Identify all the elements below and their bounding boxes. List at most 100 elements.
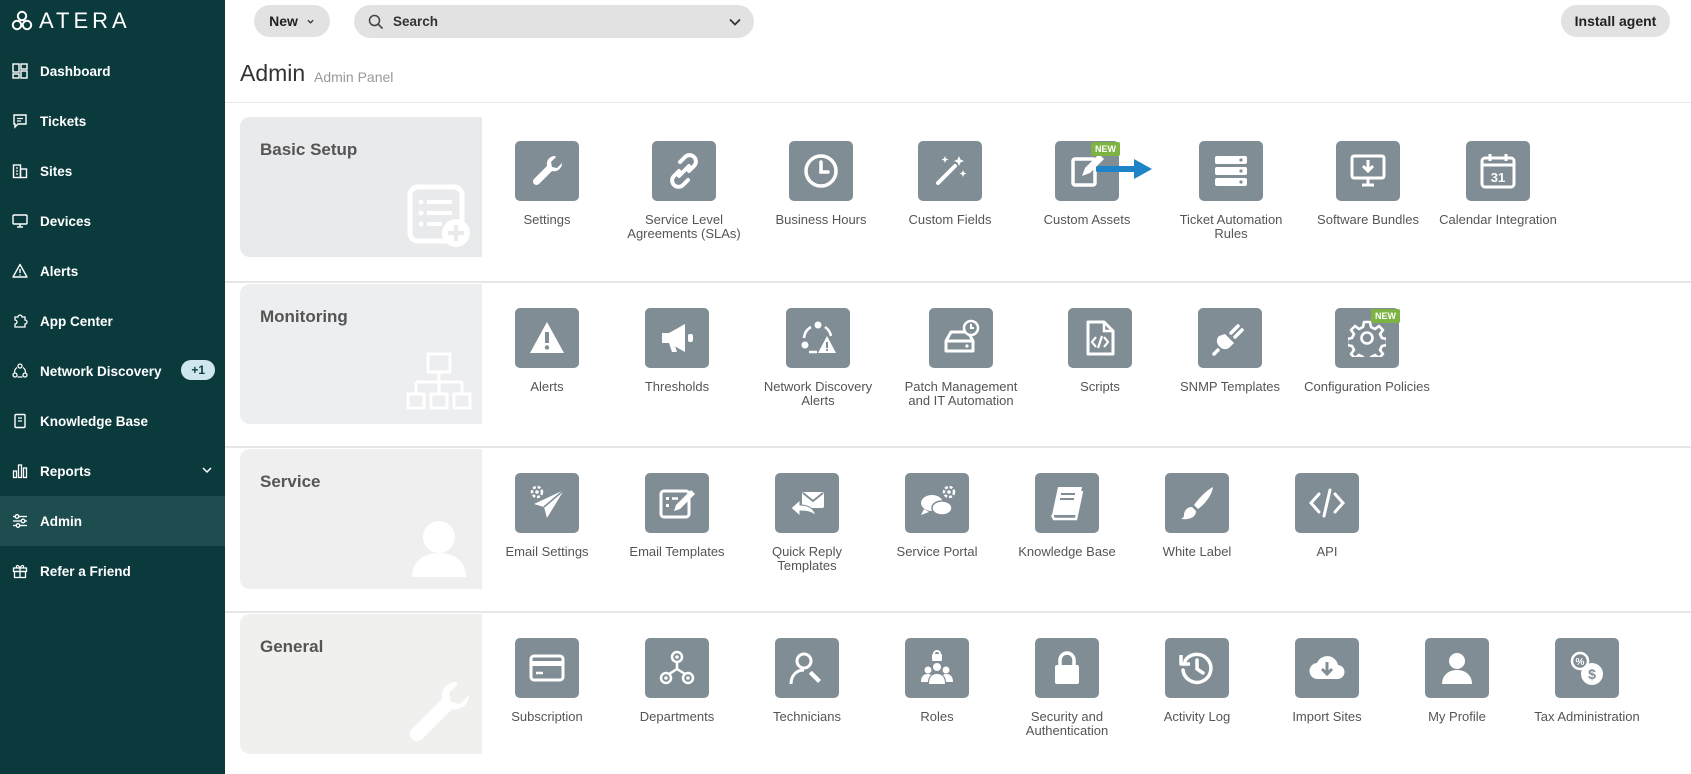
network-alert-icon [786, 308, 850, 368]
sidebar-item-label: Sites [40, 163, 73, 179]
sidebar-item-sites[interactable]: Sites [0, 146, 225, 196]
lock-icon [1035, 638, 1099, 698]
tile-subscription[interactable]: Subscription [482, 638, 612, 724]
tile-label: Import Sites [1292, 709, 1362, 724]
sidebar-item-label: Knowledge Base [40, 413, 149, 429]
users-lock-icon [905, 638, 969, 698]
tile-configuration-policies[interactable]: NEW Configuration Policies [1302, 308, 1432, 394]
svg-text:$: $ [1588, 666, 1596, 682]
header-divider [225, 102, 1691, 103]
sidebar-item-app-center[interactable]: App Center [0, 296, 225, 346]
install-agent-button[interactable]: Install agent [1561, 5, 1670, 37]
tile-business-hours[interactable]: Business Hours [756, 141, 886, 227]
history-icon [1165, 638, 1229, 698]
tile-roles[interactable]: Roles [872, 638, 1002, 724]
sidebar-item-refer-a-friend[interactable]: Refer a Friend [0, 546, 225, 596]
tile-label: Business Hours [775, 212, 867, 227]
section-header: Service [240, 449, 482, 589]
chat-gear-icon [905, 473, 969, 533]
sidebar-item-label: Network Discovery [40, 363, 162, 379]
sidebar-item-knowledge-base[interactable]: Knowledge Base [0, 396, 225, 446]
tile-label: Ticket Automation Rules [1179, 212, 1283, 241]
search-input[interactable]: Search [354, 5, 754, 38]
section-title: Monitoring [260, 307, 348, 326]
drive-clock-icon [929, 308, 993, 368]
search-icon [368, 14, 384, 29]
tile-label: Technicians [773, 709, 841, 724]
tile-import-sites[interactable]: Import Sites [1262, 638, 1392, 724]
tile-label: Activity Log [1163, 709, 1231, 724]
tile-technicians[interactable]: Technicians [742, 638, 872, 724]
tile-security-and-authentication[interactable]: Security and Authentication [1002, 638, 1132, 738]
new-button-label: New [269, 13, 298, 29]
sidebar-item-dashboard[interactable]: Dashboard [0, 46, 225, 96]
tile-thresholds[interactable]: Thresholds [612, 308, 742, 394]
code-brackets-icon [1295, 473, 1359, 533]
chevron-down-icon[interactable] [201, 464, 213, 476]
tile-label: Subscription [511, 709, 583, 724]
tile-api[interactable]: API [1262, 473, 1392, 559]
tile-tax-administration[interactable]: % $ Tax Administration [1522, 638, 1652, 724]
tile-alerts[interactable]: Alerts [482, 308, 612, 394]
tickets-icon [11, 112, 29, 130]
tile-ticket-automation-rules[interactable]: Ticket Automation Rules [1166, 141, 1296, 241]
tile-label: Quick Reply Templates [771, 544, 843, 573]
tile-scripts[interactable]: Scripts [1035, 308, 1165, 394]
org-chart-icon [645, 638, 709, 698]
sidebar-item-label: Admin [40, 513, 82, 529]
wrench-icon [515, 141, 579, 201]
tile-label: Service Portal [896, 544, 978, 559]
tile-my-profile[interactable]: My Profile [1392, 638, 1522, 724]
search-placeholder: Search [393, 14, 439, 29]
tile-activity-log[interactable]: Activity Log [1132, 638, 1262, 724]
tile-label: Custom Fields [908, 212, 992, 227]
chevron-down-icon[interactable] [728, 15, 742, 29]
section-tiles: Email Settings Email Templates Quick Rep… [482, 449, 1691, 589]
reply-envelope-icon [775, 473, 839, 533]
tile-custom-assets[interactable]: NEW Custom Assets [1022, 141, 1152, 227]
tile-slas[interactable]: Service Level Agreements (SLAs) [619, 141, 749, 241]
new-badge: NEW [1371, 309, 1400, 323]
sidebar-item-devices[interactable]: Devices [0, 196, 225, 246]
sidebar-item-alerts[interactable]: Alerts [0, 246, 225, 296]
tile-label: Settings [523, 212, 571, 227]
sidebar-item-label: App Center [40, 313, 113, 329]
tile-knowledge-base[interactable]: Knowledge Base [1002, 473, 1132, 559]
atera-logo[interactable]: ATERA [11, 8, 131, 33]
sidebar-item-tickets[interactable]: Tickets [0, 96, 225, 146]
tile-label: Tax Administration [1534, 709, 1640, 724]
admin-icon [11, 512, 29, 530]
tile-network-discovery-alerts[interactable]: Network Discovery Alerts [753, 308, 883, 408]
sidebar-item-reports[interactable]: Reports [0, 446, 225, 496]
tile-patch-management[interactable]: Patch Management and IT Automation [896, 308, 1026, 408]
chevron-down-icon [307, 19, 314, 24]
section-monitoring: Monitoring Alerts Thresholds Network Dis… [240, 284, 1691, 424]
user-icon [1425, 638, 1489, 698]
server-stack-icon [1199, 141, 1263, 201]
sidebar-item-label: Reports [40, 463, 92, 479]
sidebar-item-network-discovery[interactable]: Network Discovery +1 [0, 346, 225, 396]
arrow-pointer-icon [1096, 159, 1152, 179]
sidebar-item-label: Devices [40, 213, 92, 229]
tile-custom-fields[interactable]: Custom Fields [885, 141, 1015, 227]
section-header: Basic Setup [240, 117, 482, 257]
tile-snmp-templates[interactable]: SNMP Templates [1165, 308, 1295, 394]
tile-label: Knowledge Base [1018, 544, 1116, 559]
tile-label: Patch Management and IT Automation [904, 379, 1018, 408]
tile-software-bundles[interactable]: Software Bundles [1303, 141, 1433, 227]
tile-service-portal[interactable]: Service Portal [872, 473, 1002, 559]
tile-white-label[interactable]: White Label [1132, 473, 1262, 559]
brand-name: ATERA [39, 8, 131, 33]
sidebar-item-admin[interactable]: Admin [0, 496, 225, 546]
tile-settings[interactable]: Settings [482, 141, 612, 227]
tile-label: Configuration Policies [1304, 379, 1430, 394]
tile-label: Roles [920, 709, 954, 724]
new-button[interactable]: New [254, 5, 330, 37]
tile-email-templates[interactable]: Email Templates [612, 473, 742, 559]
tile-departments[interactable]: Departments [612, 638, 742, 724]
cloud-download-icon [1295, 638, 1359, 698]
tile-calendar-integration[interactable]: 31 Calendar Integration [1433, 141, 1563, 227]
tile-quick-reply-templates[interactable]: Quick Reply Templates [742, 473, 872, 573]
section-header: Monitoring [240, 284, 482, 424]
tile-email-settings[interactable]: Email Settings [482, 473, 612, 559]
